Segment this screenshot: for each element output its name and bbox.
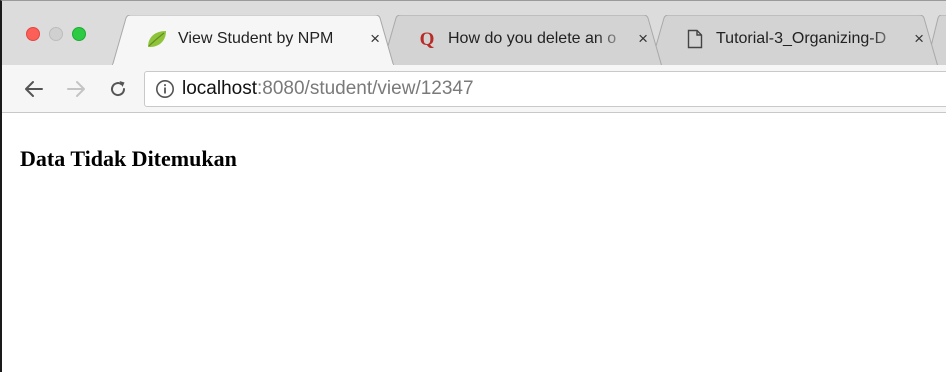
back-button[interactable]	[22, 77, 46, 101]
tab-title: How do you delete an o	[448, 30, 617, 47]
page-heading: Data Tidak Ditemukan	[20, 146, 237, 171]
svg-text:Q: Q	[420, 29, 435, 49]
tab-title: Tutorial-3_Organizing-D	[716, 30, 887, 47]
url-path: :8080/student/view/12347	[257, 78, 474, 99]
reload-icon	[111, 81, 126, 97]
document-icon	[684, 28, 706, 50]
tab-title: View Student by NPM	[178, 30, 334, 47]
tab-close-button[interactable]: ×	[914, 29, 924, 49]
info-icon[interactable]	[155, 79, 175, 99]
page-content: Data Tidak Ditemukan	[2, 114, 946, 372]
address-bar[interactable]: localhost:8080/student/view/12347	[144, 71, 946, 107]
tab-quora[interactable]: Q How do you delete an o ×	[382, 15, 662, 67]
tab-strip: Tutorial-3_Organizing-D × Q How do you d…	[2, 1, 946, 67]
arrow-left-icon	[25, 81, 43, 97]
quora-q-icon: Q	[416, 28, 438, 50]
url-host: localhost	[182, 78, 257, 99]
spring-leaf-icon	[146, 28, 168, 50]
minimize-window-button[interactable]	[49, 27, 63, 41]
tab-close-button[interactable]: ×	[638, 29, 648, 49]
tab-tutorial[interactable]: Tutorial-3_Organizing-D ×	[650, 15, 938, 67]
close-window-button[interactable]	[26, 27, 40, 41]
tab-view-student[interactable]: View Student by NPM ×	[112, 15, 394, 67]
browser-toolbar: localhost:8080/student/view/12347	[2, 65, 946, 113]
forward-button[interactable]	[64, 77, 88, 101]
tab-close-button[interactable]: ×	[370, 29, 380, 49]
reload-button[interactable]	[106, 77, 130, 101]
browser-window: Tutorial-3_Organizing-D × Q How do you d…	[0, 0, 946, 372]
arrow-right-icon	[67, 81, 85, 97]
zoom-window-button[interactable]	[72, 27, 86, 41]
